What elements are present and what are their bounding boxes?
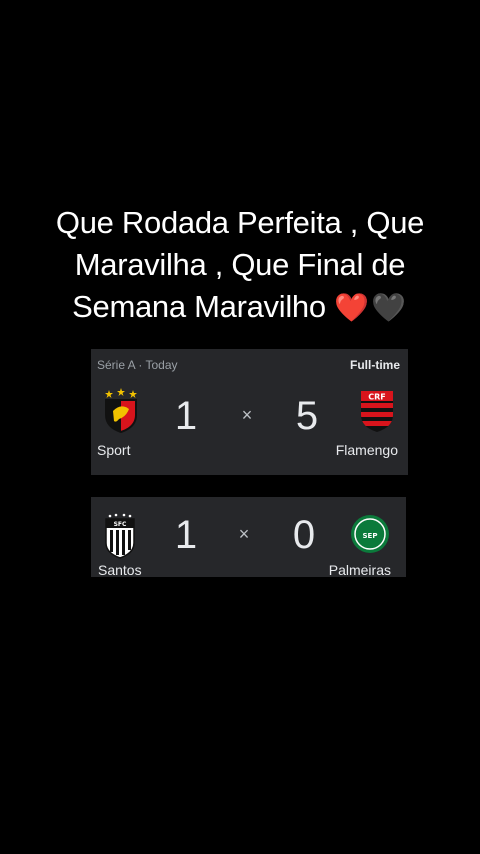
match-header: Série A · Today Full-time — [97, 358, 400, 372]
caption-line-1: Que Rodada Perfeita , Que — [55, 205, 425, 240]
competition-label: Série A · Today — [97, 358, 178, 372]
away-team-name: Palmeiras — [328, 562, 391, 578]
video-caption: Que Rodada Perfeita , Que Maravilha , Qu… — [20, 202, 460, 329]
santos-crest-icon: SFC — [105, 513, 135, 559]
away-score: 5 — [295, 394, 319, 438]
match-card-sport-flamengo[interactable]: Série A · Today Full-time 1 × 5 CRF Spor… — [91, 349, 408, 475]
sport-recife-crest-icon — [105, 388, 137, 433]
score-separator: × — [241, 405, 253, 425]
svg-text:SFC: SFC — [114, 521, 127, 528]
flamengo-crest-icon: CRF — [361, 391, 393, 432]
match-status: Full-time — [350, 358, 400, 372]
caption-hearts: ❤️🖤 — [334, 292, 408, 323]
home-score: 1 — [174, 394, 198, 438]
away-team-name: Flamengo — [335, 442, 398, 458]
caption-line-2: Maravilha , Que Final de — [74, 247, 406, 282]
home-team-name: Sport — [97, 442, 131, 458]
svg-text:CRF: CRF — [368, 393, 386, 402]
score-separator: × — [238, 524, 250, 544]
svg-text:SEP: SEP — [363, 532, 378, 540]
away-score: 0 — [292, 513, 316, 557]
caption-line-3-text: Semana Maravilho — [72, 289, 326, 324]
home-score: 1 — [174, 513, 198, 557]
palmeiras-crest-icon: SEP — [351, 515, 389, 553]
home-team-name: Santos — [98, 562, 142, 578]
caption-line-3: Semana Maravilho ❤️🖤 — [20, 286, 460, 329]
match-card-santos-palmeiras[interactable]: SFC 1 × 0 SEP Santos Palmeiras — [91, 497, 406, 578]
